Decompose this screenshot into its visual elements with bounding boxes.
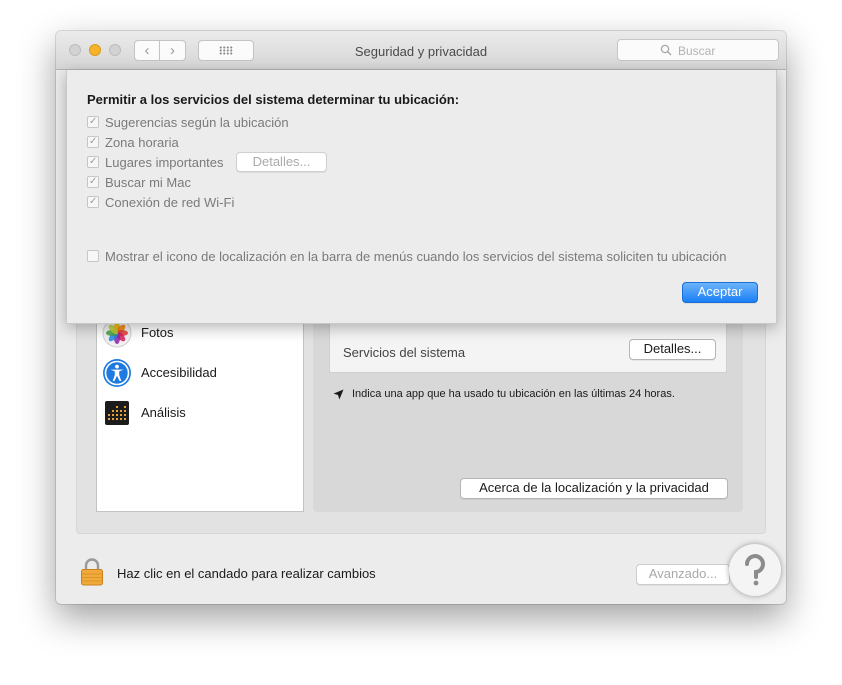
list-item-label: Análisis — [141, 405, 186, 420]
analytics-icon — [105, 401, 129, 425]
system-services-label: Servicios del sistema — [343, 345, 466, 360]
window-content: Fotos Accesibilidad Análisis Servicios d… — [56, 70, 786, 604]
list-item-label: Accesibilidad — [141, 365, 217, 380]
about-location-privacy-button[interactable]: Acerca de la localización y la privacida… — [460, 478, 728, 499]
checkbox-label: Lugares importantes — [105, 155, 224, 170]
lock-instructions: Haz clic en el candado para realizar cam… — [117, 566, 376, 581]
location-arrow-icon — [333, 389, 344, 400]
significant-locations-details-button[interactable]: Detalles... — [236, 152, 327, 172]
list-item-label: Fotos — [141, 325, 174, 340]
preferences-window: ‹ › Seguridad y privacidad Buscar Fotos … — [56, 31, 786, 604]
sheet-heading: Permitir a los servicios del sistema det… — [87, 92, 460, 107]
checkbox-label: Sugerencias según la ubicación — [105, 115, 289, 130]
advanced-button[interactable]: Avanzado... — [636, 564, 730, 585]
location-note-text: Indica una app que ha usado tu ubicación… — [352, 388, 675, 400]
checkmark-icon: ✓ — [89, 176, 98, 187]
accessibility-icon — [103, 359, 131, 387]
system-services-sheet: Permitir a los servicios del sistema det… — [66, 70, 777, 324]
location-pane: Servicios del sistema Detalles... Indica… — [313, 292, 743, 512]
checkmark-icon: ✓ — [89, 156, 98, 167]
search-placeholder: Buscar — [678, 44, 716, 58]
checkbox-label: Mostrar el icono de localización en la b… — [105, 249, 727, 264]
search-field[interactable]: Buscar — [617, 39, 779, 61]
lock-icon[interactable] — [80, 557, 104, 586]
checkbox-label: Zona horaria — [105, 135, 179, 150]
checkbox-label: Conexión de red Wi-Fi — [105, 195, 235, 210]
accept-button[interactable]: Aceptar — [682, 282, 758, 303]
checkmark-icon: ✓ — [89, 196, 98, 207]
checkmark-icon: ✓ — [89, 136, 98, 147]
system-services-details-button[interactable]: Detalles... — [629, 339, 716, 360]
search-icon — [660, 44, 672, 56]
title-bar: ‹ › Seguridad y privacidad Buscar — [56, 31, 786, 70]
list-item-accessibility[interactable]: Accesibilidad — [102, 358, 292, 388]
help-question-icon — [729, 544, 781, 596]
checkmark-icon: ✓ — [89, 116, 98, 127]
checkbox-label: Buscar mi Mac — [105, 175, 191, 190]
list-item-analytics[interactable]: Análisis — [102, 398, 292, 428]
